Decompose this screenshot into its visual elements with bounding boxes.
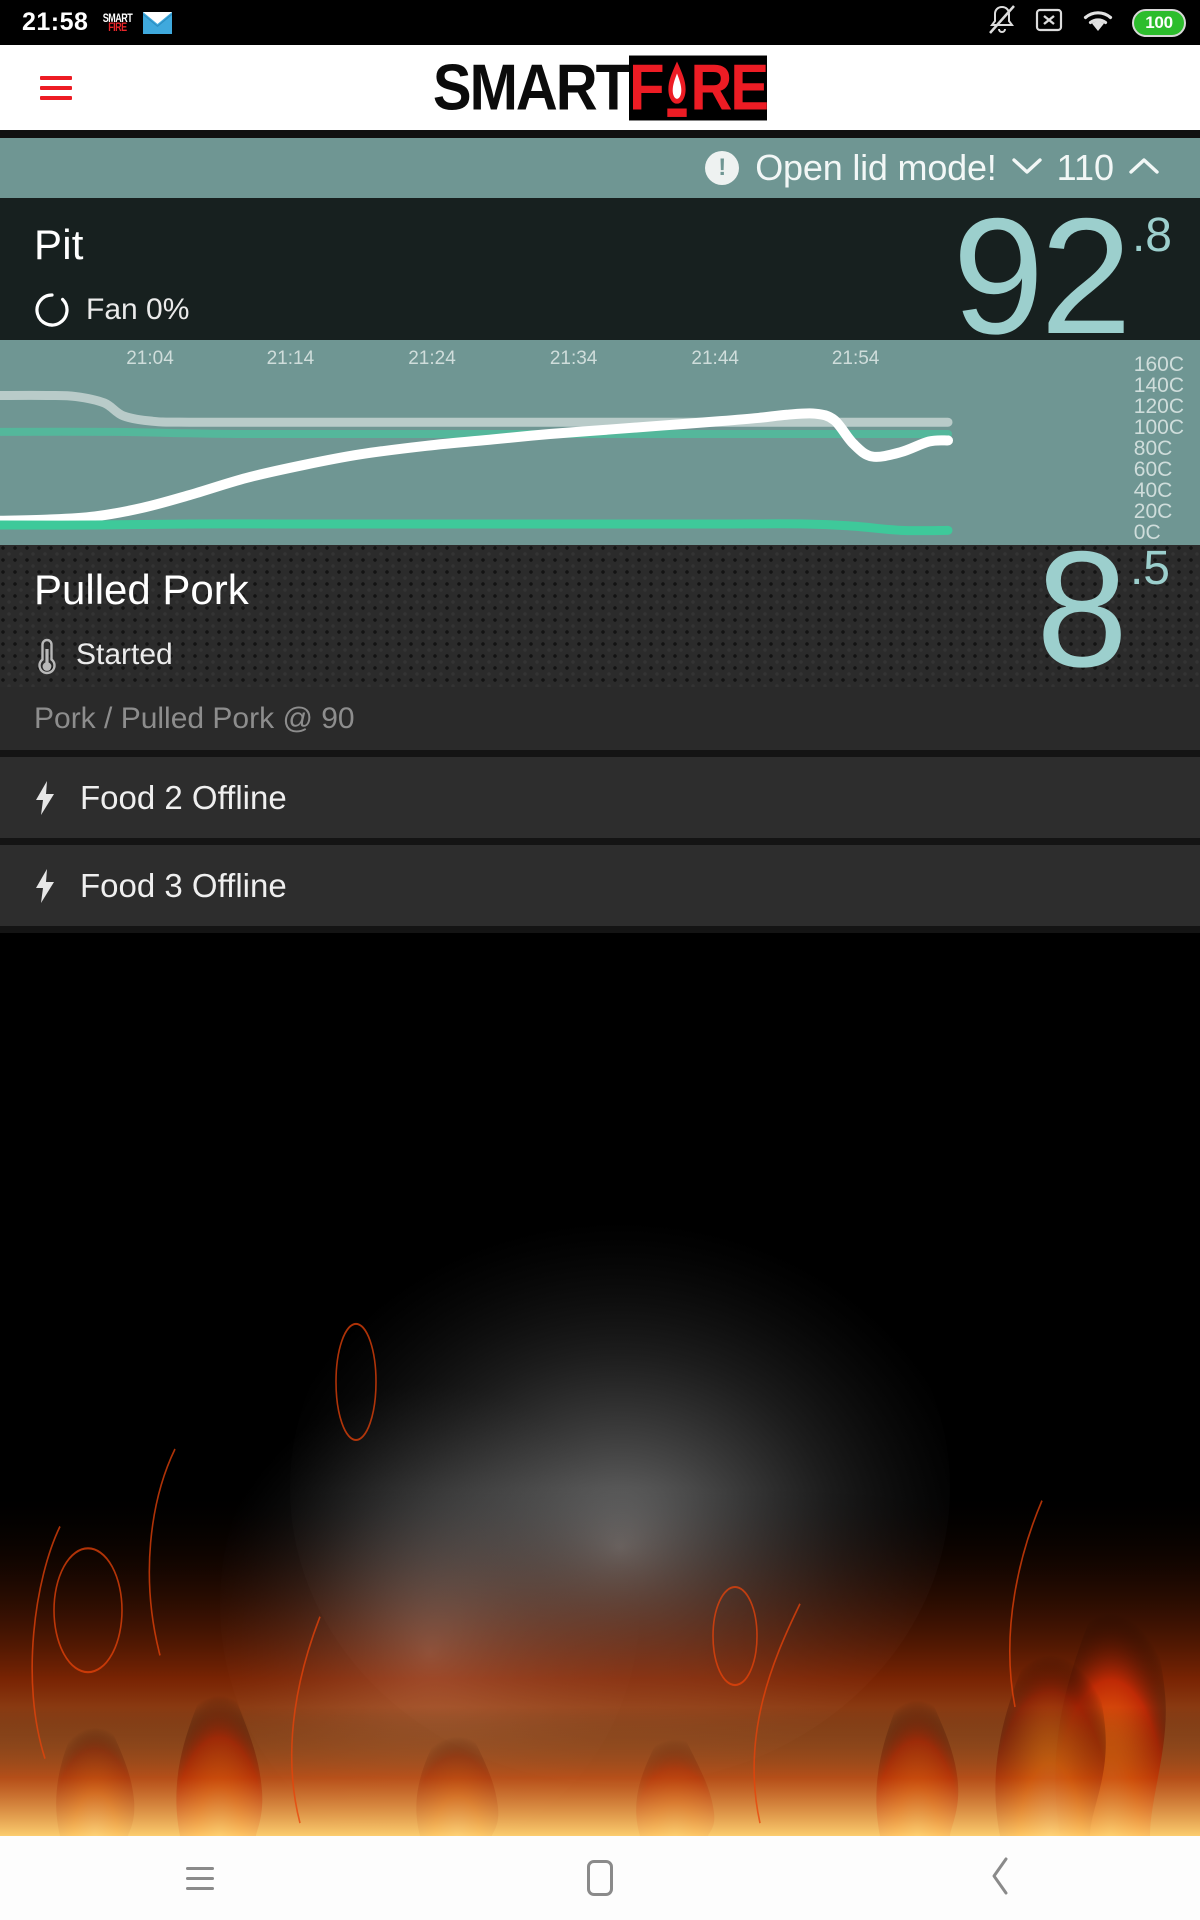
home-button[interactable] [400, 1860, 800, 1896]
chart-series-3 [0, 519, 953, 536]
wifi-icon [1081, 7, 1115, 38]
smartfire-logo: SMART F RE [432, 50, 768, 124]
recents-line [186, 1866, 214, 1870]
chart-y-tick: 140C [1133, 374, 1184, 397]
chart-x-tick: 21:14 [266, 348, 315, 369]
hamburger-line [40, 85, 72, 90]
chart-x-tick: 21:24 [408, 348, 456, 369]
chart-y-tick: 60C [1133, 458, 1173, 481]
pit-temperature-decimal: .8 [1131, 209, 1172, 262]
food-probe-1-title: Pulled Pork [34, 566, 249, 613]
pit-temperature: 92 .8 [952, 194, 1172, 359]
list-divider [0, 838, 1200, 845]
hamburger-menu-icon[interactable] [40, 75, 72, 100]
thermometer-icon [34, 637, 60, 675]
logo-text-re: RE [690, 55, 768, 120]
hamburger-line [40, 75, 72, 80]
chart-y-tick: 80C [1133, 437, 1173, 460]
chart-y-axis-labels: 160C 140C 120C 100C 80C 60C 40C 20C 0C [1134, 354, 1184, 543]
pit-temperature-whole: 92 [952, 184, 1132, 368]
fire-illustration [0, 933, 1200, 1836]
food-probe-3-row[interactable]: Food 3 Offline [0, 845, 1200, 926]
food-probe-1-temperature: 8 .5 [1036, 527, 1170, 692]
app-root: 21:58 SMART FIRE 100 SMART F RE ! Open l… [0, 0, 1200, 1920]
pit-panel[interactable]: Pit Fan 0% 92 .8 [0, 194, 1200, 359]
recents-line [186, 1886, 214, 1890]
food-probe-1-temperature-whole: 8 [1036, 517, 1128, 701]
food-probe-1-panel[interactable]: Pulled Pork Started 8 .5 [0, 527, 1200, 692]
food-probe-1-status-label: Started [76, 638, 173, 671]
temperature-chart[interactable]: 21:04 21:14 21:24 21:34 21:44 21:54 160C 140C 1… [0, 340, 1200, 545]
hamburger-line [40, 95, 72, 100]
recents-icon [186, 1866, 214, 1890]
fire-background-image [0, 933, 1200, 1836]
smartfire-notification-icon-bottom: FIRE [108, 19, 127, 34]
flame-icon [663, 55, 691, 120]
recents-button[interactable] [0, 1866, 400, 1890]
chart-y-tick: 160C [1133, 353, 1184, 376]
pit-fan-label: Fan 0% [86, 293, 190, 326]
status-bar-notification-icons: SMART FIRE [103, 9, 173, 36]
fan-icon [34, 292, 70, 328]
food-probe-2-row[interactable]: Food 2 Offline [0, 757, 1200, 838]
mail-icon [143, 11, 173, 34]
status-bar-clock: 21:58 [22, 8, 89, 36]
chart-x-tick: 21:44 [691, 348, 739, 369]
food-probe-1-meta: Pork / Pulled Pork @ 90 [0, 687, 1200, 750]
bolt-icon [34, 868, 56, 903]
header-divider [0, 130, 1200, 138]
status-bar-system-icons: 100 [987, 4, 1186, 41]
chart-x-tick: 21:04 [126, 348, 174, 369]
chevron-up-icon[interactable] [1128, 156, 1160, 181]
app-header: SMART F RE [0, 45, 1200, 130]
back-button[interactable] [800, 1856, 1200, 1901]
alert-exclamation-icon: ! [705, 151, 740, 185]
home-icon [587, 1860, 613, 1896]
food-probe-1-temperature-decimal: .5 [1129, 542, 1170, 595]
food-probe-3-label: Food 3 Offline [80, 866, 287, 904]
chart-y-tick: 40C [1133, 479, 1173, 502]
battery-indicator: 100 [1132, 8, 1186, 37]
bell-muted-icon [987, 4, 1017, 41]
back-chevron-icon [988, 1856, 1012, 1901]
list-divider [0, 926, 1200, 933]
system-status-bar: 21:58 SMART FIRE 100 [0, 0, 1200, 45]
chart-y-tick: 100C [1133, 416, 1184, 439]
target-temperature-value[interactable]: 110 [1057, 147, 1114, 189]
android-navigation-bar [0, 1836, 1200, 1920]
list-divider [0, 750, 1200, 757]
chart-x-tick: 21:54 [831, 348, 880, 369]
recents-line [186, 1876, 214, 1880]
logo-text-smart: SMART [432, 50, 631, 124]
chart-x-tick: 21:34 [549, 348, 598, 369]
food-probe-2-label: Food 2 Offline [80, 778, 287, 816]
logo-text-fire: F RE [629, 55, 768, 120]
food-probe-1-status: Started [34, 637, 1170, 675]
battery-level-text: 100 [1145, 12, 1173, 32]
bolt-icon [34, 780, 56, 815]
chart-x-axis-labels: 21:04 21:14 21:24 21:34 21:44 21:54 [0, 348, 1200, 372]
alert-message: Open lid mode! [755, 147, 997, 188]
chart-y-tick: 20C [1133, 500, 1173, 523]
no-sim-icon [1034, 5, 1064, 40]
smartfire-notification-icon: SMART FIRE [103, 9, 133, 36]
chevron-down-icon[interactable] [1011, 156, 1043, 181]
chart-y-tick: 120C [1133, 395, 1184, 418]
chart-series-1 [0, 427, 952, 439]
logo-letter-f: F [629, 55, 664, 120]
